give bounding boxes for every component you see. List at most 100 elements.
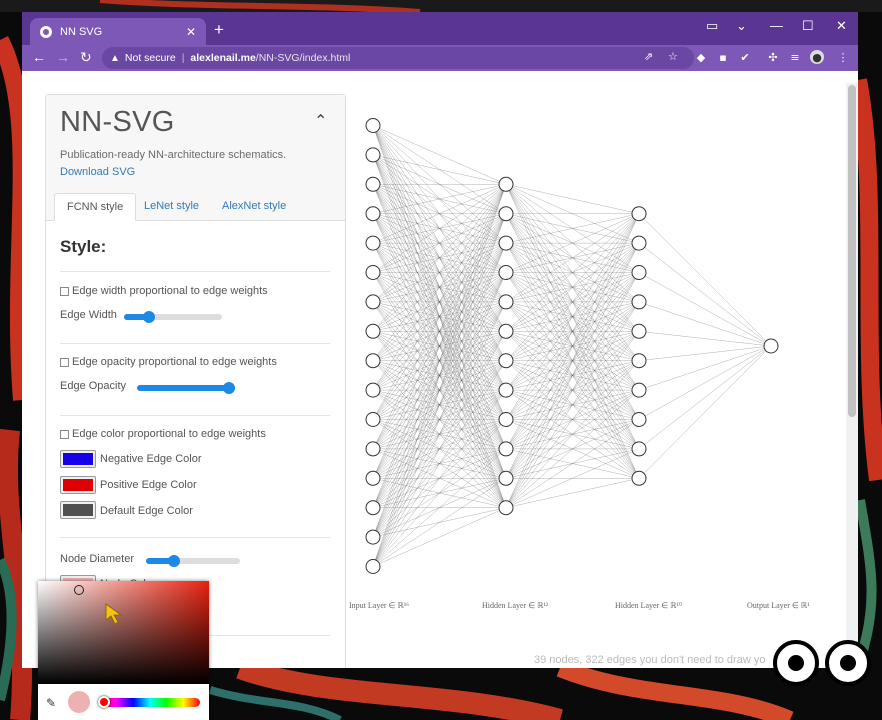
- tab-alexnet-style[interactable]: AlexNet style: [210, 193, 298, 221]
- node-diameter-label: Node Diameter: [60, 553, 134, 565]
- node: [365, 470, 381, 486]
- color-preview: [68, 691, 90, 713]
- reading-list-icon[interactable]: ≡: [788, 50, 802, 64]
- checkbox-box[interactable]: [60, 286, 69, 296]
- extension-shield-icon[interactable]: ◆: [694, 50, 708, 64]
- edge: [638, 331, 772, 347]
- warning-icon: ▲: [110, 52, 120, 64]
- tab-close-icon[interactable]: ✕: [186, 25, 196, 39]
- default-color-fill: [63, 504, 93, 516]
- tab-lenet-style[interactable]: LeNet style: [132, 193, 211, 221]
- extensions-puzzle-icon[interactable]: ✣: [766, 50, 780, 64]
- picker-controls: ✎: [38, 684, 209, 720]
- edge-color-checkbox[interactable]: Edge color proportional to edge weights: [60, 428, 266, 440]
- node: [498, 176, 514, 192]
- edge: [638, 301, 772, 347]
- forward-icon[interactable]: →: [56, 49, 70, 65]
- menu-kebab-icon[interactable]: ⋮: [836, 50, 850, 64]
- node: [631, 353, 647, 369]
- browser-window: NN SVG ✕ + ▭ ⌄ — ☐ ✕ ← → ↻ ▲ Not secure …: [22, 12, 858, 668]
- edge-width-label: Edge Width: [60, 309, 117, 321]
- mouse-pointer-icon: [105, 603, 123, 625]
- close-window-button[interactable]: ✕: [836, 18, 847, 34]
- googly-eyes-overlay: [769, 640, 879, 686]
- edge: [638, 272, 772, 347]
- node: [365, 353, 381, 369]
- collapse-chevron-icon[interactable]: ⌃: [314, 111, 327, 130]
- node: [498, 470, 514, 486]
- default-edge-color-swatch[interactable]: [60, 501, 96, 519]
- profile-avatar[interactable]: ●: [810, 50, 824, 64]
- layer-label: Hidden Layer ∈ ℝ¹⁰: [615, 601, 683, 610]
- bookmark-star-icon[interactable]: ☆: [668, 50, 678, 63]
- edge-opacity-slider[interactable]: [137, 382, 236, 394]
- checkbox-box[interactable]: [60, 429, 69, 439]
- url-path: /NN-SVG/index.html: [255, 52, 351, 64]
- hue-knob[interactable]: [98, 696, 110, 708]
- eyedropper-icon[interactable]: ✎: [46, 696, 56, 710]
- node: [498, 323, 514, 339]
- node: [631, 235, 647, 251]
- new-tab-button[interactable]: +: [214, 20, 224, 40]
- tab-favicon-icon: [40, 25, 52, 38]
- edge-color-checkbox-label: Edge color proportional to edge weights: [72, 428, 266, 440]
- node: [631, 206, 647, 222]
- style-heading: Style:: [60, 237, 107, 256]
- edge-opacity-checkbox-label: Edge opacity proportional to edge weight…: [72, 356, 277, 368]
- slider-knob[interactable]: [223, 382, 236, 394]
- layer-label: Hidden Layer ∈ ℝ¹²: [482, 601, 549, 610]
- cast-icon[interactable]: ▭: [706, 18, 718, 34]
- security-label: Not secure: [124, 52, 176, 64]
- extension-check-icon[interactable]: ✔: [738, 50, 752, 64]
- panel-header: NN-SVG ⌃ Publication-ready NN-architectu…: [46, 95, 345, 221]
- saturation-value-area[interactable]: [38, 581, 209, 684]
- node: [498, 382, 514, 398]
- maximize-button[interactable]: ☐: [802, 18, 814, 34]
- hue-slider[interactable]: [100, 698, 200, 707]
- browser-tab[interactable]: NN SVG ✕: [30, 18, 206, 45]
- edge-opacity-checkbox[interactable]: Edge opacity proportional to edge weight…: [60, 356, 277, 368]
- layer-label: Input Layer ∈ ℝ¹⁶: [349, 601, 410, 610]
- share-icon[interactable]: ⇗: [644, 50, 653, 63]
- edge: [638, 242, 772, 347]
- extension-square-icon[interactable]: ▪: [716, 50, 730, 64]
- node: [365, 147, 381, 163]
- address-bar[interactable]: ▲ Not secure | alexlenail.me /NN-SVG/ind…: [102, 47, 694, 69]
- node: [365, 118, 381, 133]
- tab-search-icon[interactable]: ⌄: [736, 18, 747, 34]
- positive-edge-color-swatch[interactable]: [60, 476, 96, 494]
- pupil: [788, 655, 804, 671]
- negative-edge-color-swatch[interactable]: [60, 450, 96, 468]
- edge-width-slider[interactable]: [124, 311, 222, 323]
- node: [631, 294, 647, 310]
- style-tabs: FCNN style LeNet style AlexNet style: [46, 193, 345, 221]
- edge: [638, 345, 772, 391]
- checkbox-box[interactable]: [60, 357, 69, 367]
- tab-fcnn-style[interactable]: FCNN style: [54, 193, 137, 221]
- scrollbar-thumb[interactable]: [848, 85, 856, 417]
- graph-stats-text: 39 nodes, 322 edges you don't need to dr…: [534, 654, 766, 666]
- slider-knob[interactable]: [142, 311, 155, 323]
- back-icon[interactable]: ←: [32, 49, 46, 65]
- app-subtitle: Publication-ready NN-architecture schema…: [60, 149, 287, 161]
- edge: [505, 478, 640, 508]
- node: [498, 235, 514, 251]
- node: [498, 294, 514, 310]
- download-svg-link[interactable]: Download SVG: [60, 166, 135, 178]
- node-diameter-slider[interactable]: [146, 555, 240, 567]
- node: [365, 265, 381, 280]
- node: [631, 265, 647, 280]
- minimize-button[interactable]: —: [770, 18, 783, 33]
- reload-icon[interactable]: ↻: [80, 49, 92, 66]
- node: [498, 500, 514, 516]
- node: [365, 176, 381, 192]
- edge: [638, 345, 772, 450]
- negative-edge-color-label: Negative Edge Color: [100, 453, 202, 465]
- node: [365, 206, 381, 222]
- edge: [638, 213, 772, 347]
- edge-width-checkbox[interactable]: Edge width proportional to edge weights: [60, 285, 268, 297]
- page-content: NN-SVG ⌃ Publication-ready NN-architectu…: [22, 71, 858, 668]
- slider-knob[interactable]: [168, 555, 181, 567]
- color-picker-cursor[interactable]: [74, 585, 84, 595]
- node: [498, 206, 514, 222]
